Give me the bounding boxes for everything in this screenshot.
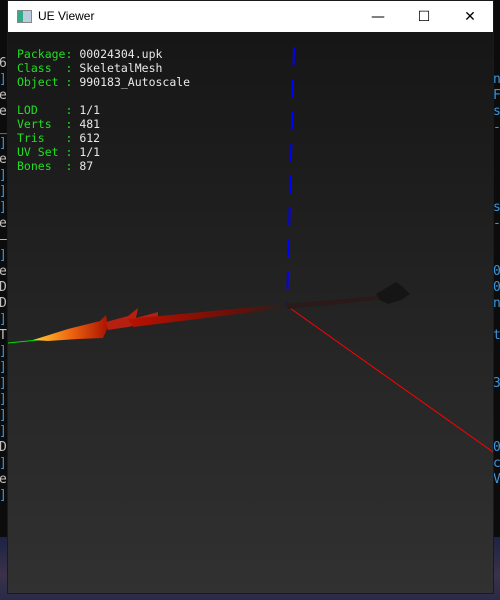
console-text-fragment: D	[0, 280, 7, 295]
console-text-fragment: V	[493, 472, 500, 487]
console-text-fragment: 0	[493, 264, 500, 279]
console-text-fragment: c	[493, 456, 500, 471]
console-text-fragment: s	[493, 104, 500, 119]
console-text-fragment: ]	[0, 136, 7, 152]
uvset-row: UV Set : 1/1	[17, 145, 101, 159]
console-text-fragment: ]	[0, 200, 7, 216]
object-row: Object : 990183_Autoscale	[17, 75, 191, 89]
console-text-fragment: 0	[493, 280, 500, 295]
console-text-fragment: ]	[0, 376, 7, 392]
console-text-fragment: e	[0, 88, 7, 103]
console-text-fragment: ]	[0, 168, 7, 184]
console-text-fragment: ]	[0, 72, 7, 88]
mesh-info-overlay: Package: 00024304.upk Class : SkeletalMes…	[17, 47, 190, 173]
tris-row: Tris : 612	[17, 131, 101, 145]
console-text-fragment: 3	[493, 376, 500, 391]
console-text-fragment: t	[493, 328, 500, 343]
console-text-fragment: e	[0, 216, 7, 231]
close-button[interactable]: ✕	[447, 1, 493, 32]
console-text-fragment: 0	[493, 440, 500, 455]
console-text-fragment: F	[493, 88, 500, 103]
title-bar[interactable]: UE Viewer — ☐ ✕	[8, 1, 493, 32]
app-icon	[17, 10, 32, 23]
console-text-fragment: s	[493, 200, 500, 215]
console-text-fragment: _	[0, 120, 7, 136]
console-text-fragment: n	[493, 72, 500, 87]
bones-row: Bones : 87	[17, 159, 94, 173]
console-text-fragment: D	[0, 440, 7, 455]
console-text-fragment: ]	[0, 408, 7, 424]
console-text-fragment: e	[0, 264, 7, 279]
console-text-fragment: T	[0, 328, 7, 343]
ue-viewer-window: UE Viewer — ☐ ✕ Package: 00024304.upk Cla…	[7, 0, 494, 594]
console-text-fragment: ]	[0, 392, 7, 408]
console-text-fragment: 6	[0, 56, 7, 71]
minimize-button[interactable]: —	[355, 1, 401, 32]
console-text-fragment: ]	[0, 456, 7, 472]
console-text-fragment: e	[0, 472, 7, 487]
lod-row: LOD : 1/1	[17, 103, 101, 117]
console-text-fragment: ]	[0, 184, 7, 200]
console-text-fragment: e	[0, 104, 7, 119]
console-text-fragment: ]	[0, 344, 7, 360]
console-text-fragment: D	[0, 296, 7, 311]
class-row: Class : SkeletalMesh	[17, 61, 163, 75]
console-text-fragment: -	[493, 120, 500, 136]
verts-row: Verts : 481	[17, 117, 101, 131]
package-row: Package: 00024304.upk	[17, 47, 163, 61]
maximize-button[interactable]: ☐	[401, 1, 447, 32]
console-text-fragment: ]	[0, 488, 7, 504]
console-text-fragment: e	[0, 152, 7, 167]
console-text-fragment: ]	[0, 248, 7, 264]
console-text-fragment: ]	[0, 360, 7, 376]
console-text-fragment: —	[0, 232, 7, 248]
console-text-fragment: n	[493, 296, 500, 311]
console-text-fragment: ]	[0, 312, 7, 328]
console-text-fragment: ]	[0, 424, 7, 440]
window-title: UE Viewer	[38, 9, 95, 23]
console-text-fragment: -	[493, 216, 500, 232]
